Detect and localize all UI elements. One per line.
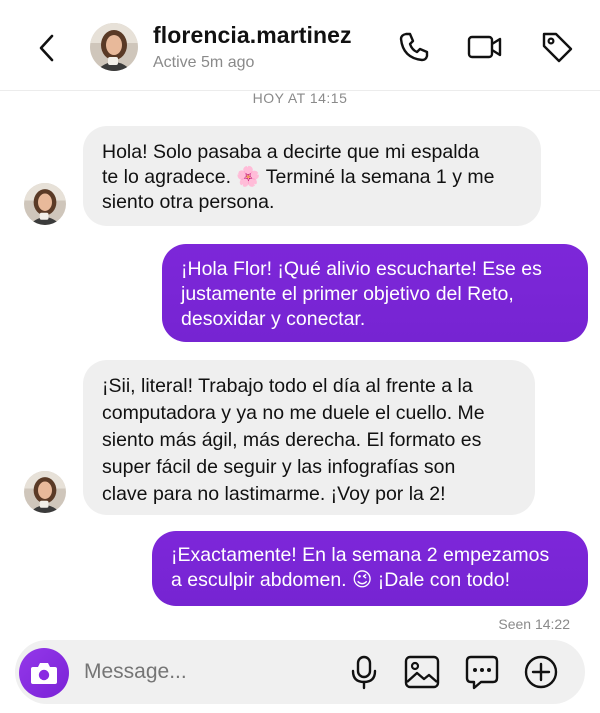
chat-header: florencia.martinez Active 5m ago [0,0,600,91]
image-icon[interactable] [403,653,441,691]
message-bubble-incoming[interactable]: ¡Sii, literal! Trabajo todo el día al fr… [83,360,535,515]
message-text: ¡Exactamente! En la semana 2 empezamos a… [171,544,550,591]
back-arrow-icon[interactable] [30,30,66,66]
message-text: Hola! Solo pasaba a decirte que mi espal… [102,141,495,213]
plus-icon[interactable] [522,653,560,691]
avatar[interactable] [90,23,138,71]
conversation-timestamp: HOY AT 14:15 [252,90,348,106]
message-bubble-outgoing[interactable]: ¡Hola Flor! ¡Qué alivio escucharte! Ese … [162,244,588,342]
avatar[interactable] [24,183,66,225]
message-bubble-incoming[interactable]: Hola! Solo pasaba a decirte que mi espal… [83,126,541,226]
sticker-icon[interactable] [463,653,501,691]
phone-icon[interactable] [395,28,433,66]
tag-icon[interactable] [538,28,576,66]
seen-receipt: Seen 14:22 [498,616,570,632]
message-bubble-outgoing[interactable]: ¡Exactamente! En la semana 2 empezamos a… [152,531,588,606]
camera-button[interactable] [19,648,69,698]
camera-icon [31,663,57,684]
video-icon[interactable] [466,28,504,66]
active-status: Active 5m ago [153,54,255,71]
message-input[interactable] [84,655,334,689]
avatar[interactable] [24,471,66,513]
message-text: ¡Sii, literal! Trabajo todo el día al fr… [102,375,485,505]
message-text: ¡Hola Flor! ¡Qué alivio escucharte! Ese … [181,258,542,330]
microphone-icon[interactable] [345,653,383,691]
username[interactable]: florencia.martinez [153,22,352,49]
